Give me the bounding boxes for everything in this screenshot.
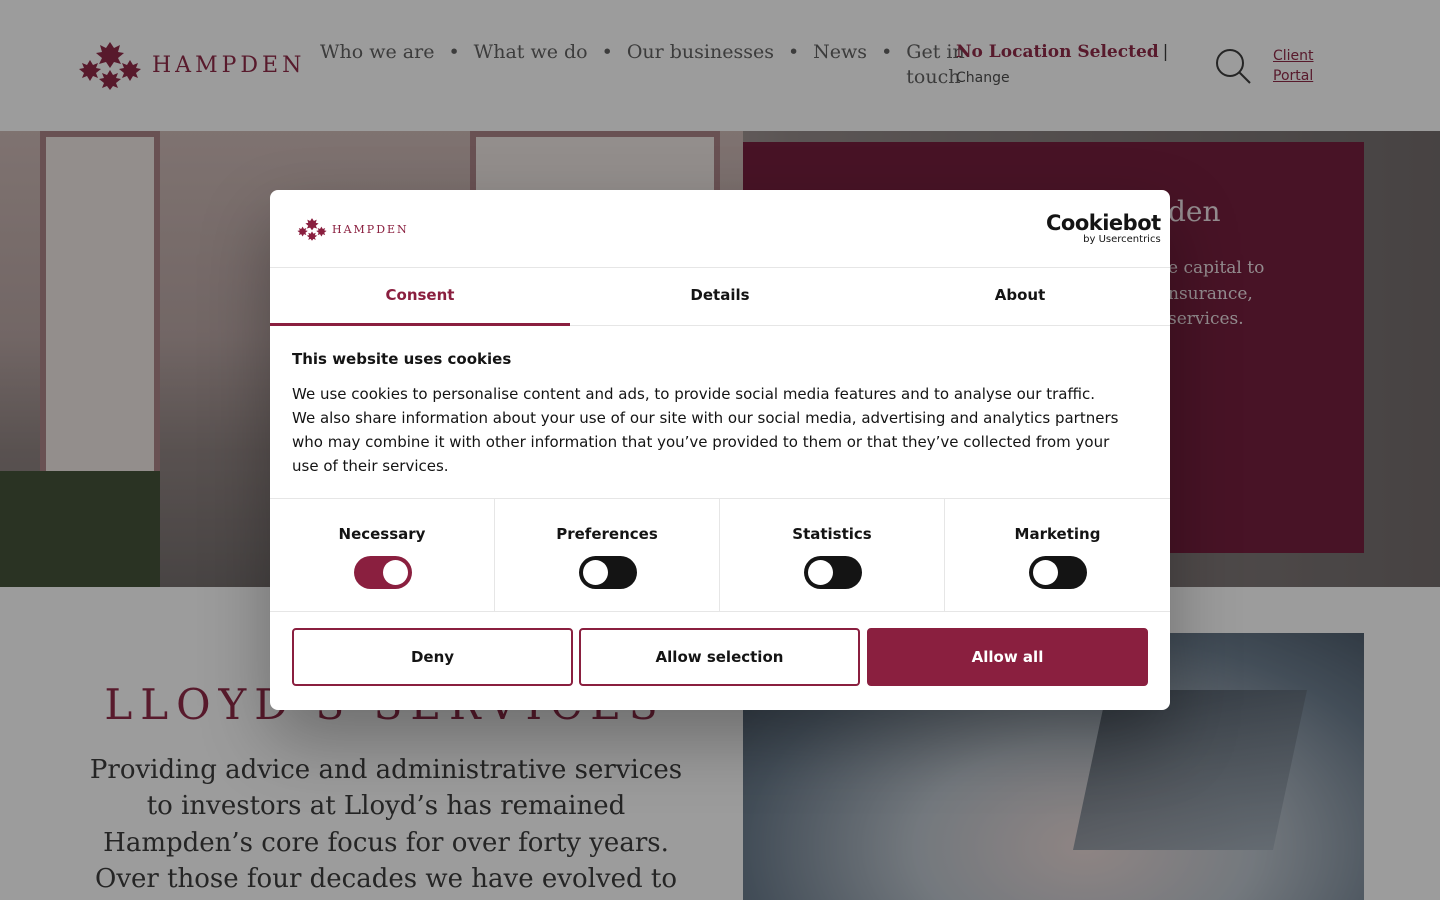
dialog-heading: This website uses cookies [292, 350, 512, 368]
dialog-header: HAMPDEN Cookiebot by Usercentrics [270, 190, 1170, 268]
switch-knob [583, 560, 608, 585]
cookiebot-logo[interactable]: Cookiebot by Usercentrics [1046, 212, 1161, 246]
switch-knob [383, 560, 408, 585]
dialog-logo: HAMPDEN [296, 217, 409, 241]
toggle-statistics-label: Statistics [792, 525, 872, 543]
cookiebot-by-line: by Usercentrics [1083, 234, 1161, 245]
tab-details[interactable]: Details [570, 268, 870, 325]
toggle-preferences-cell: Preferences [495, 499, 720, 612]
toggle-necessary-label: Necessary [338, 525, 426, 543]
deny-button[interactable]: Deny [292, 628, 573, 686]
dialog-description: We use cookies to personalise content an… [292, 385, 1119, 475]
dialog-body: This website uses cookies We use cookies… [292, 350, 1122, 478]
toggle-preferences-switch[interactable] [579, 556, 637, 589]
allow-selection-button[interactable]: Allow selection [579, 628, 860, 686]
toggle-marketing-label: Marketing [1014, 525, 1101, 543]
cookiebot-name: Cookiebot [1046, 211, 1161, 235]
dialog-tabs: Consent Details About [270, 268, 1170, 326]
switch-knob [1033, 560, 1058, 585]
allow-all-button[interactable]: Allow all [867, 628, 1148, 686]
toggle-preferences-label: Preferences [556, 525, 658, 543]
tab-consent[interactable]: Consent [270, 268, 570, 326]
cookie-consent-dialog: HAMPDEN Cookiebot by Usercentrics Consen… [270, 190, 1170, 710]
toggle-necessary-cell: Necessary [270, 499, 495, 612]
toggle-statistics-cell: Statistics [720, 499, 945, 612]
toggle-statistics-switch[interactable] [804, 556, 862, 589]
consent-toggles: Necessary Preferences Statistics Marketi… [270, 498, 1170, 612]
eagle-crest-icon [297, 218, 327, 241]
dialog-logo-text: HAMPDEN [332, 222, 409, 236]
toggle-marketing-cell: Marketing [945, 499, 1170, 612]
toggle-marketing-switch[interactable] [1029, 556, 1087, 589]
toggle-necessary-switch[interactable] [354, 556, 412, 589]
switch-knob [808, 560, 833, 585]
tab-about[interactable]: About [870, 268, 1170, 325]
